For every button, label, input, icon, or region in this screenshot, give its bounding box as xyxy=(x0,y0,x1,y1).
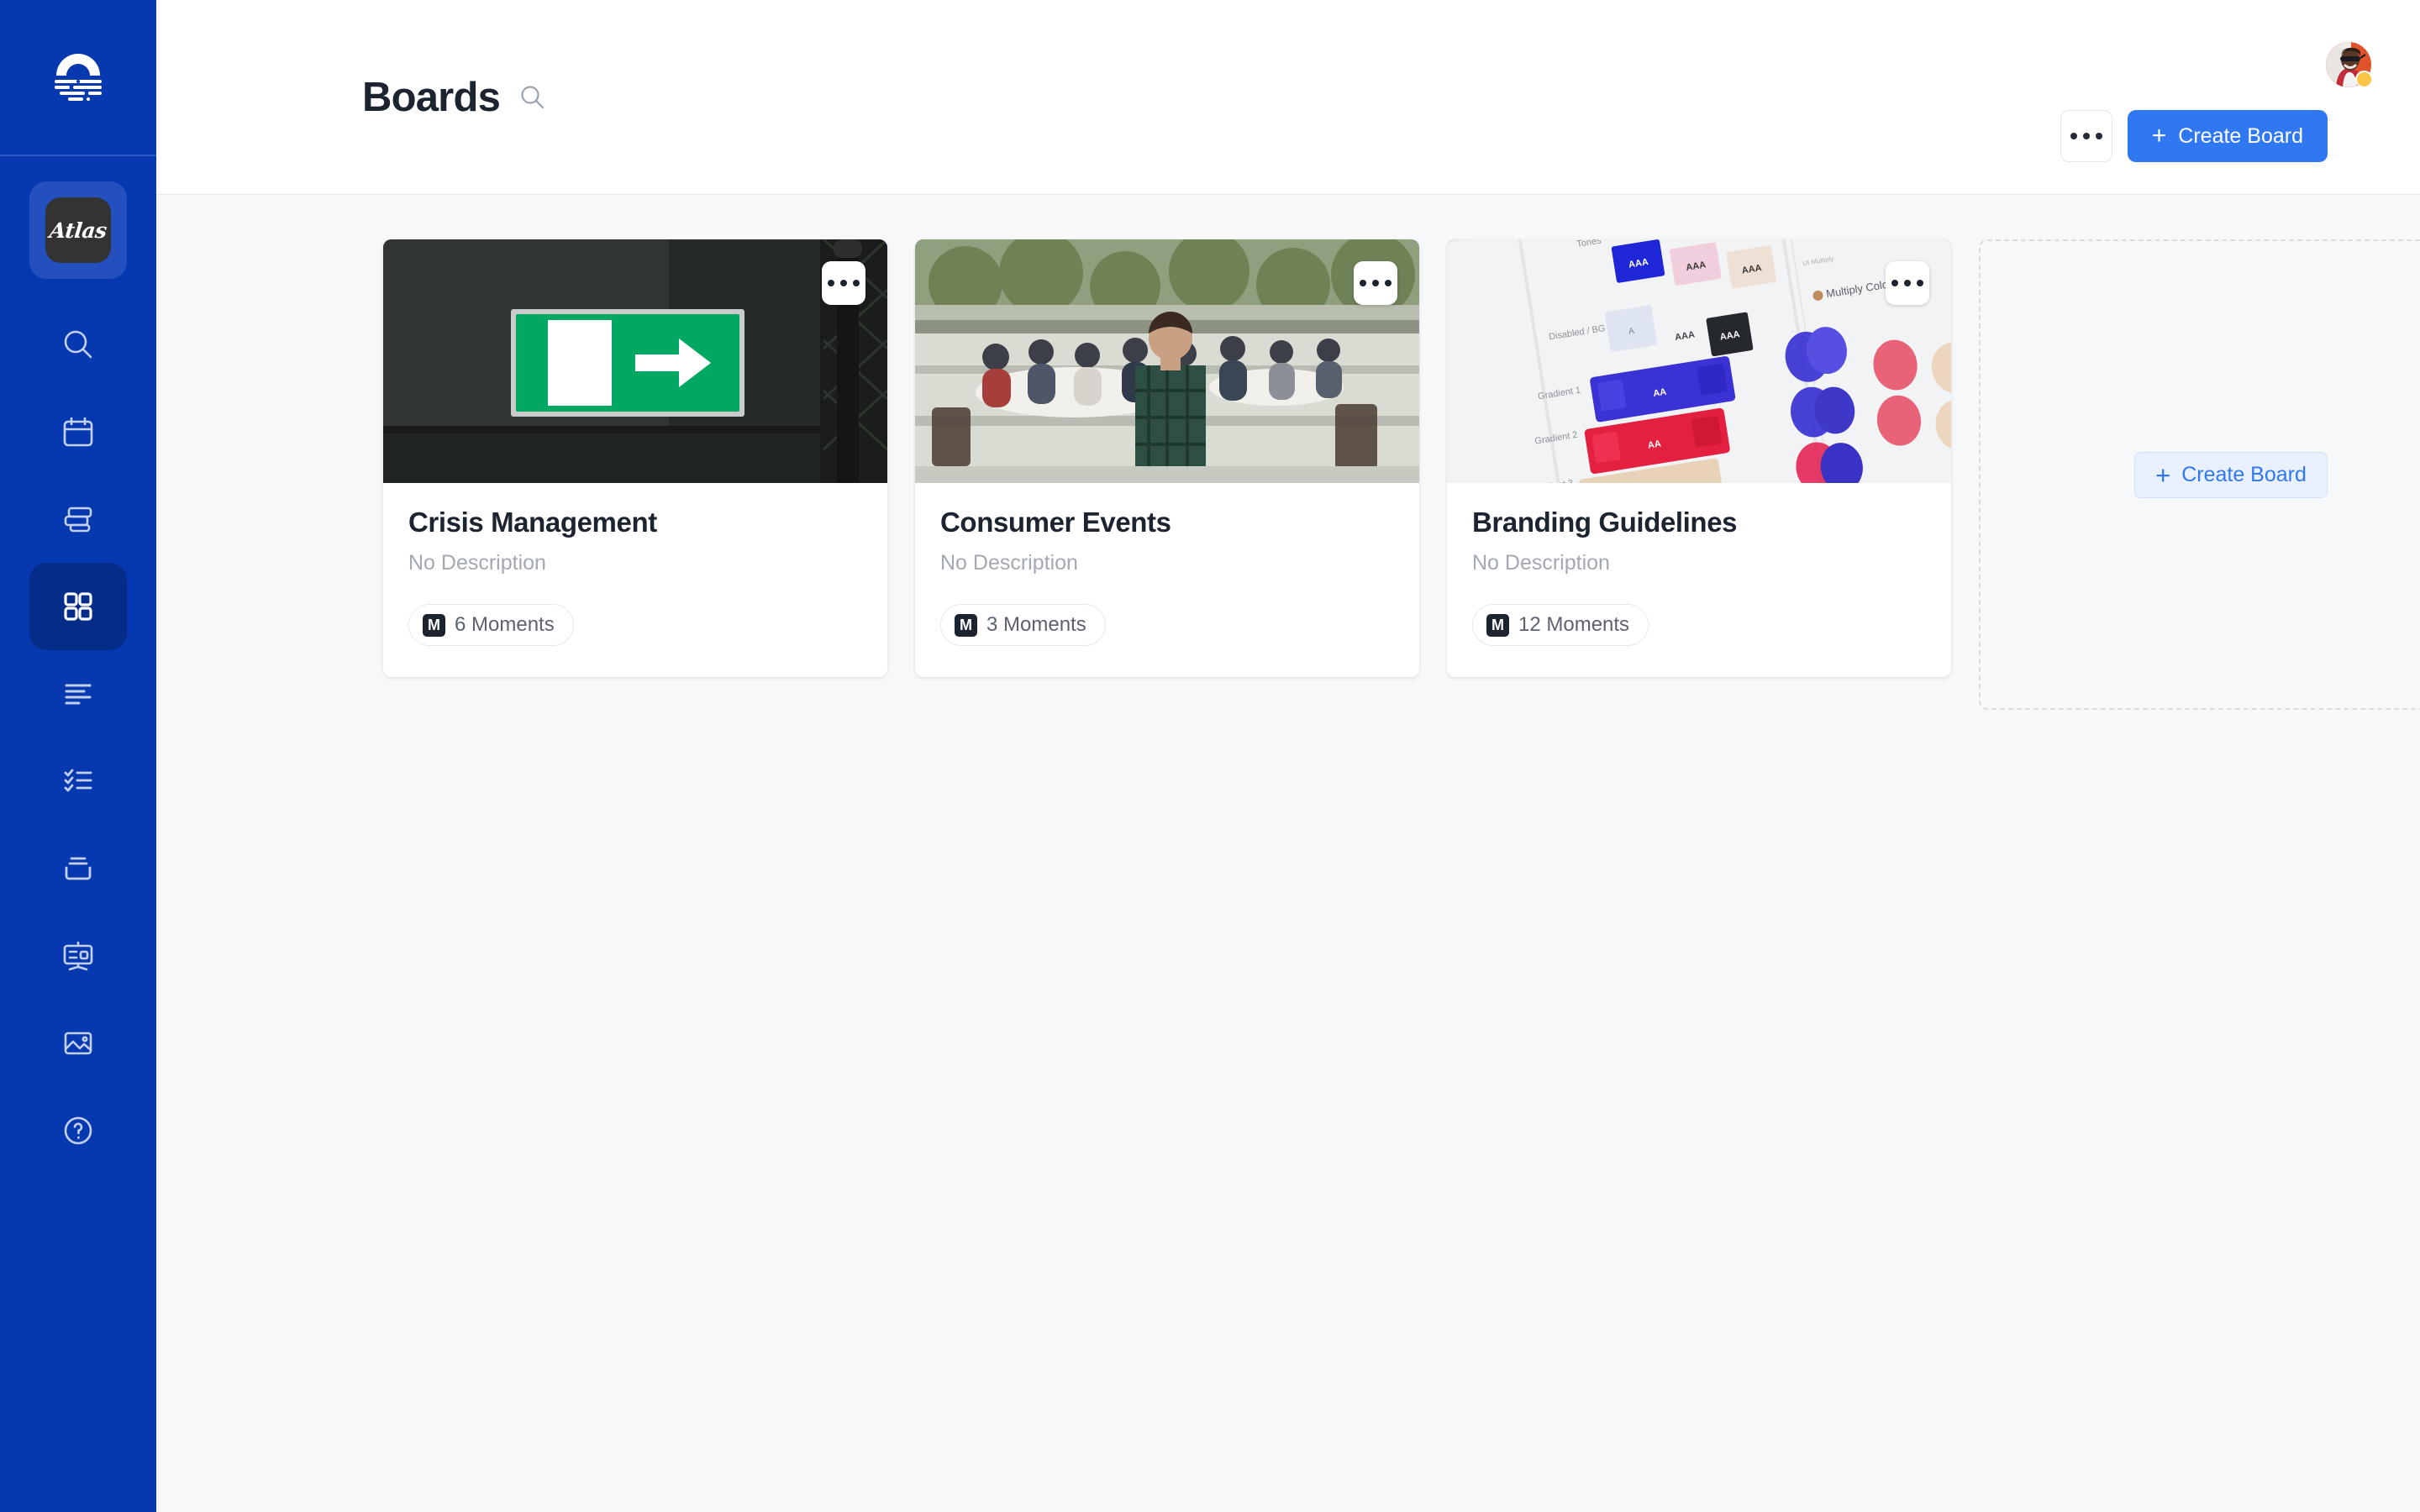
workspace-name: Atlas xyxy=(48,218,108,243)
sunrise-logo-icon xyxy=(45,44,112,111)
help-circle-icon xyxy=(59,1111,97,1150)
sidebar: Atlas xyxy=(0,0,156,1512)
create-board-placeholder-label: Create Board xyxy=(2181,462,2307,486)
moments-count: 12 Moments xyxy=(1518,613,1630,637)
ellipsis-icon xyxy=(2082,133,2090,139)
create-board-button[interactable]: + Create Board xyxy=(2127,110,2328,162)
grid-icon xyxy=(59,587,97,626)
moment-icon: M xyxy=(1486,613,1509,637)
page-title: Boards xyxy=(362,75,501,120)
board-thumbnail: AAA AAA AAA AAA Disabled / BG A xyxy=(1447,239,1951,483)
moments-badge: M 3 Moments xyxy=(940,604,1106,647)
sidebar-item-stories[interactable] xyxy=(29,650,127,738)
board-card-body: Branding Guidelines No Description xyxy=(1447,483,1951,575)
board-card-footer: M 3 Moments xyxy=(915,575,1419,677)
ellipsis-icon xyxy=(1904,280,1911,286)
svg-text:AA: AA xyxy=(1647,438,1662,450)
moment-icon: M xyxy=(955,613,977,637)
create-board-placeholder[interactable]: + Create Board xyxy=(1979,239,2420,710)
svg-text:AA: AA xyxy=(1653,387,1668,399)
ellipsis-icon xyxy=(853,280,860,286)
ellipsis-icon xyxy=(1372,280,1379,286)
sidebar-item-media[interactable] xyxy=(29,1000,127,1087)
ellipsis-icon xyxy=(1385,280,1392,286)
image-icon xyxy=(59,1024,97,1063)
board-card[interactable]: Crisis Management No Description M 6 Mom… xyxy=(383,239,887,678)
checklist-icon xyxy=(59,762,97,801)
plus-icon: + xyxy=(2155,459,2171,490)
main-area: Boards + Create Board Crisis Management … xyxy=(156,0,2420,1512)
app-root: Atlas Boards + Create Board Crisis Manag… xyxy=(0,0,2420,1512)
board-card[interactable]: Consumer Events No Description M 3 Momen… xyxy=(915,239,1419,678)
inbox-icon xyxy=(59,849,97,888)
sidebar-nav xyxy=(0,301,156,1174)
board-title: Consumer Events xyxy=(940,507,1171,538)
ellipsis-icon xyxy=(840,280,847,286)
layers-icon xyxy=(59,500,97,538)
board-description: No Description xyxy=(408,551,546,575)
search-icon[interactable] xyxy=(518,83,547,112)
moments-badge: M 6 Moments xyxy=(408,604,574,647)
presentation-icon xyxy=(59,937,97,975)
create-board-button-label: Create Board xyxy=(2178,123,2303,148)
sidebar-item-stacks[interactable] xyxy=(29,475,127,563)
workspace-avatar: Atlas xyxy=(45,197,111,263)
sidebar-item-help[interactable] xyxy=(29,1087,127,1174)
moments-count: 3 Moments xyxy=(986,613,1086,637)
sidebar-item-boards[interactable] xyxy=(29,563,127,650)
calendar-icon xyxy=(59,412,97,451)
ellipsis-icon xyxy=(1917,280,1923,286)
board-card-body: Consumer Events No Description xyxy=(915,483,1419,575)
board-thumbnail xyxy=(383,239,887,483)
sidebar-item-search[interactable] xyxy=(29,301,127,388)
sidebar-item-inbox[interactable] xyxy=(29,825,127,912)
page-title-row: Boards xyxy=(207,0,2328,121)
plus-icon: + xyxy=(2151,122,2167,150)
board-card-menu-button[interactable] xyxy=(1886,261,1929,305)
board-title: Branding Guidelines xyxy=(1472,507,1738,538)
ellipsis-icon xyxy=(828,280,834,286)
ellipsis-icon xyxy=(2070,133,2077,139)
workspace-switcher[interactable]: Atlas xyxy=(29,181,127,279)
top-bar: Boards + Create Board xyxy=(156,0,2420,195)
board-card-body: Crisis Management No Description xyxy=(383,483,887,575)
ellipsis-icon xyxy=(1360,280,1366,286)
sidebar-item-presentations[interactable] xyxy=(29,912,127,1000)
board-thumbnail xyxy=(915,239,1419,483)
board-title: Crisis Management xyxy=(408,507,657,538)
search-icon xyxy=(59,325,97,364)
moment-icon: M xyxy=(423,613,445,637)
sidebar-item-tasks[interactable] xyxy=(29,738,127,825)
moments-badge: M 12 Moments xyxy=(1472,604,1649,647)
more-options-button[interactable] xyxy=(2060,110,2112,162)
user-menu[interactable] xyxy=(2326,42,2373,88)
board-description: No Description xyxy=(940,551,1078,575)
board-card-footer: M 12 Moments xyxy=(1447,575,1951,677)
boards-content: Crisis Management No Description M 6 Mom… xyxy=(156,195,2420,1512)
board-card-menu-button[interactable] xyxy=(1354,261,1397,305)
ellipsis-icon xyxy=(2095,133,2102,139)
text-lines-icon xyxy=(59,675,97,713)
board-description: No Description xyxy=(1472,551,1610,575)
brand-logo[interactable] xyxy=(0,0,156,156)
board-card-footer: M 6 Moments xyxy=(383,575,887,677)
board-card-menu-button[interactable] xyxy=(822,261,865,305)
sidebar-item-calendar[interactable] xyxy=(29,388,127,475)
board-card[interactable]: AAA AAA AAA AAA Disabled / BG A xyxy=(1447,239,1951,678)
board-grid: Crisis Management No Description M 6 Mom… xyxy=(156,239,2420,710)
status-badge xyxy=(2355,71,2373,88)
ellipsis-icon xyxy=(1891,280,1898,286)
top-bar-actions: + Create Board xyxy=(2060,110,2328,162)
moments-count: 6 Moments xyxy=(455,613,555,637)
create-board-placeholder-button[interactable]: + Create Board xyxy=(2134,451,2328,498)
